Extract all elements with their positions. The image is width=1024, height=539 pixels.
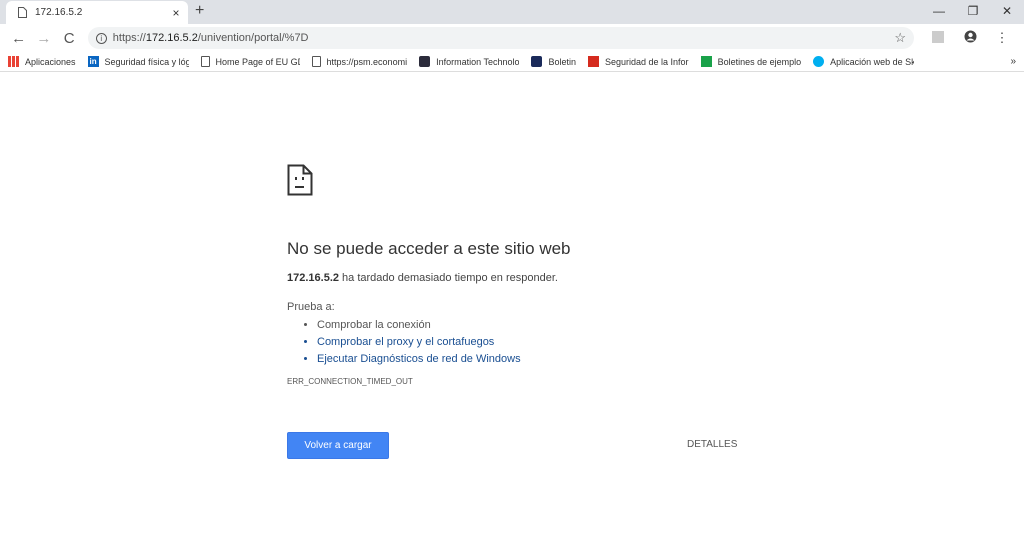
bookmarks-overflow-button[interactable]: » [1010,56,1016,67]
error-description: 172.16.5.2 ha tardado demasiado tiempo e… [287,272,747,284]
site-icon [531,56,543,67]
bookmark-label: Aplicaciones [25,56,76,67]
page-icon [311,56,321,67]
url-host: 172.16.5.2 [145,32,198,44]
page-icon [200,56,210,67]
toolbar: ← → C i https://172.16.5.2/univention/po… [0,24,1024,52]
suggestion-check-connection: Comprobar la conexión [317,319,747,331]
forward-button[interactable]: → [31,30,56,47]
bookmark-item[interactable]: Aplicación web de Sk [813,56,914,67]
error-code: ERR_CONNECTION_TIMED_OUT [287,377,413,386]
suggestion-check-proxy-link[interactable]: Comprobar el proxy y el cortafuegos [317,336,747,348]
bookmark-label: https://psm.economi [326,56,408,67]
bookmarks-bar: Aplicaciones in Seguridad física y lóg Home… [0,52,1024,72]
uv-icon [700,56,712,67]
apps-icon [8,56,19,67]
bookmark-item[interactable]: Seguridad de la Infor [588,56,689,67]
sad-page-icon [287,164,313,196]
new-tab-button[interactable]: + [195,2,204,20]
error-host: 172.16.5.2 [287,272,339,284]
bookmark-item[interactable]: Boletin [531,56,576,67]
bookmark-label: Information Technolo [436,56,520,67]
tab-active[interactable]: 172.16.5.2 × [6,1,188,24]
back-button[interactable]: ← [6,30,31,47]
menu-icon[interactable]: ⋮ [986,30,1018,46]
pdf-extension-icon[interactable] [922,30,954,46]
flag-icon [588,56,599,67]
url-path: /univention/portal/%7D [197,32,309,44]
bookmark-item[interactable]: Aplicaciones [8,56,76,67]
tab-strip: 172.16.5.2 × + — ❐ ✕ [0,0,1024,24]
error-content: No se puede acceder a este sitio web 172… [287,164,747,386]
bookmark-item[interactable]: Home Page of EU GD [200,56,300,67]
error-message: ha tardado demasiado tiempo en responder… [339,272,558,284]
address-bar[interactable]: i https://172.16.5.2/univention/portal/%… [87,27,915,49]
bookmark-star-icon[interactable]: ☆ [894,30,906,46]
bookmark-label: Aplicación web de Sk [830,56,915,67]
page-icon [18,7,27,18]
bookmark-label: Boletin [548,56,576,67]
info-icon[interactable]: i [95,32,107,44]
suggestions-label: Prueba a: [287,301,335,313]
bookmark-item[interactable]: Boletines de ejemplo [700,56,802,67]
bookmark-label: Boletines de ejemplo [717,56,802,67]
tab-title: 172.16.5.2 [35,7,83,18]
url-scheme: https:// [112,32,146,44]
suggestions-list: Comprobar la conexión Comprobar el proxy… [287,319,747,365]
linkedin-icon: in [87,56,99,67]
bookmark-label: Seguridad de la Infor [605,56,689,67]
close-window-button[interactable]: ✕ [990,0,1024,22]
profile-icon[interactable] [954,30,986,46]
bookmark-label: Seguridad física y lóg [104,56,189,67]
error-title: No se puede acceder a este sitio web [287,239,571,258]
skype-icon [813,56,825,67]
bookmark-item[interactable]: in Seguridad física y lóg [87,56,189,67]
bookmark-item[interactable]: https://psm.economi [311,56,408,67]
details-button[interactable]: DETALLES [687,439,737,450]
minimize-button[interactable]: — [922,0,956,22]
reload-button[interactable]: C [57,30,82,47]
site-icon [419,56,431,67]
reload-page-button[interactable]: Volver a cargar [287,432,389,459]
tab-close-icon[interactable]: × [168,6,184,20]
suggestion-run-diagnostics-link[interactable]: Ejecutar Diagnósticos de red de Windows [317,353,747,365]
restore-button[interactable]: ❐ [956,0,990,22]
bookmark-label: Home Page of EU GD [215,56,300,67]
bookmark-item[interactable]: Information Technolo [419,56,519,67]
